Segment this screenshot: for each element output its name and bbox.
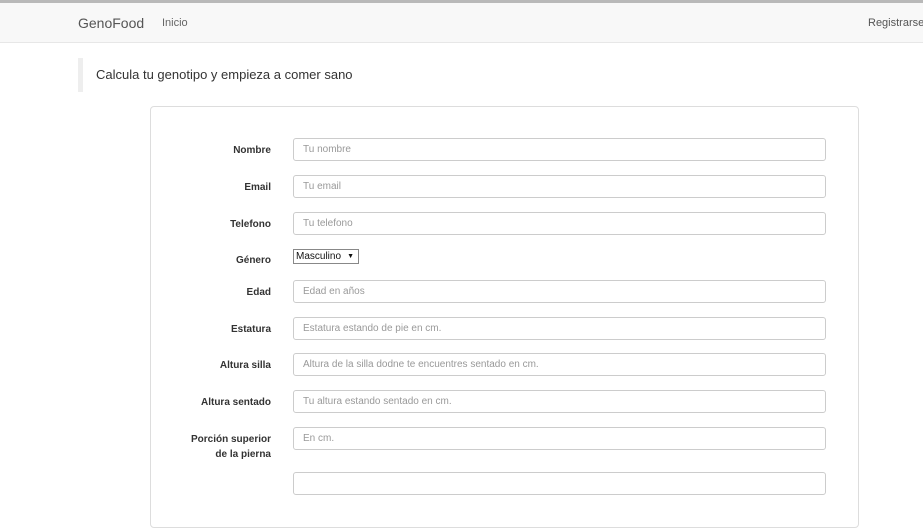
page-heading: Calcula tu genotipo y empieza a comer sa… (78, 58, 353, 92)
porcion-pierna-label-line2: de la pierna (215, 449, 271, 460)
genero-selected-value: Masculino (296, 251, 342, 262)
email-label: Email (244, 182, 271, 193)
dropdown-arrow-icon: ▼ (347, 253, 354, 260)
genero-select[interactable]: Masculino ▼ (293, 249, 359, 264)
altura-sentado-input[interactable] (293, 390, 826, 413)
porcion-pierna-input[interactable] (293, 427, 826, 450)
porcion-pierna-label-line1: Porción superior (190, 434, 271, 445)
navbar: GenoFood Inicio Registrarse (0, 3, 923, 43)
porcion-pierna-label: Porción superior de la pierna (161, 432, 271, 462)
nombre-label: Nombre (233, 145, 271, 156)
nav-link-inicio[interactable]: Inicio (162, 17, 188, 29)
nombre-input[interactable] (293, 138, 826, 161)
altura-silla-label: Altura silla (219, 360, 271, 371)
estatura-input[interactable] (293, 317, 826, 340)
altura-sentado-label: Altura sentado (200, 397, 271, 408)
page-title: Calcula tu genotipo y empieza a comer sa… (96, 67, 353, 82)
brand-logo[interactable]: GenoFood (78, 15, 144, 31)
email-input[interactable] (293, 175, 826, 198)
telefono-label: Telefono (230, 219, 271, 230)
next-field-input[interactable] (293, 472, 826, 495)
nav-link-registrarse[interactable]: Registrarse (868, 17, 923, 29)
genero-label: Género (235, 255, 271, 266)
estatura-label: Estatura (230, 324, 271, 335)
altura-silla-input[interactable] (293, 353, 826, 376)
genotype-form-panel: Nombre Email Telefono Género Masculino ▼… (150, 106, 859, 528)
telefono-input[interactable] (293, 212, 826, 235)
edad-input[interactable] (293, 280, 826, 303)
edad-label: Edad (246, 287, 271, 298)
